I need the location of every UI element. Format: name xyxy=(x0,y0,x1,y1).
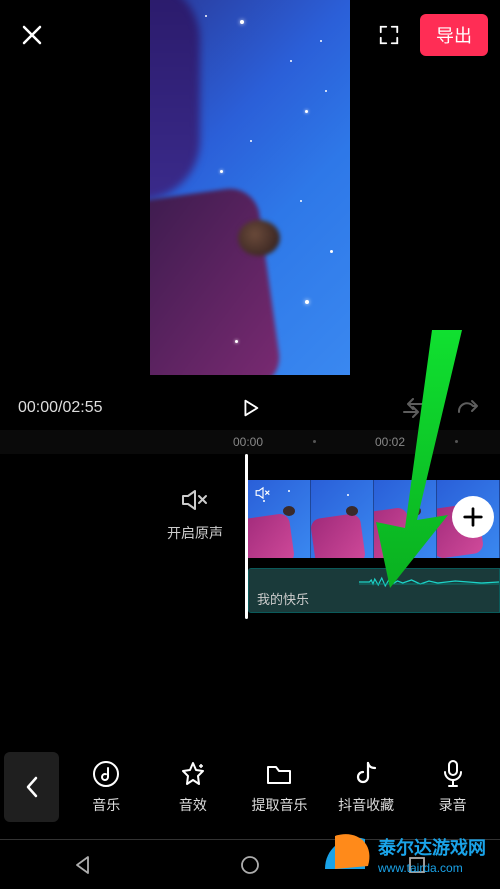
clip-thumbnail[interactable] xyxy=(311,480,374,558)
close-button[interactable] xyxy=(12,15,52,55)
playhead[interactable] xyxy=(245,454,248,619)
clip-muted-icon xyxy=(254,484,272,502)
nav-recent-button[interactable] xyxy=(397,845,437,885)
tool-label: 抖音收藏 xyxy=(338,795,394,815)
circle-home-icon xyxy=(239,854,261,876)
ruler-dot xyxy=(455,440,458,443)
microphone-icon xyxy=(441,759,465,789)
speaker-muted-icon xyxy=(181,488,209,512)
timeline-ruler[interactable]: 00:00 00:02 xyxy=(0,430,500,454)
audio-track-title: 我的快乐 xyxy=(257,589,309,608)
ruler-tick-label: 00:00 xyxy=(233,435,263,449)
tool-label: 提取音乐 xyxy=(251,795,307,815)
tool-sound-effect[interactable]: 音效 xyxy=(153,759,233,815)
fullscreen-button[interactable] xyxy=(372,18,406,52)
close-icon xyxy=(20,23,44,47)
clip-thumbnail[interactable] xyxy=(374,480,437,558)
tool-label: 录音 xyxy=(439,795,467,815)
audio-waveform xyxy=(359,575,499,589)
play-icon xyxy=(239,397,261,419)
tool-douyin-favorites[interactable]: 抖音收藏 xyxy=(326,759,406,815)
toolbar-back-button[interactable] xyxy=(4,752,59,822)
clip-thumbnail[interactable] xyxy=(248,480,311,558)
douyin-icon xyxy=(353,760,379,788)
undo-icon xyxy=(400,398,426,418)
tool-music[interactable]: 音乐 xyxy=(66,759,146,815)
undo-button[interactable] xyxy=(398,393,428,423)
nav-home-button[interactable] xyxy=(230,845,270,885)
tool-label: 音乐 xyxy=(92,795,120,815)
music-note-icon xyxy=(92,760,120,788)
plus-icon xyxy=(462,506,484,528)
square-recent-icon xyxy=(407,855,427,875)
audio-track[interactable]: 我的快乐 xyxy=(248,568,500,613)
triangle-back-icon xyxy=(72,854,94,876)
folder-icon xyxy=(265,761,293,787)
timecode-display: 00:00/02:55 xyxy=(18,399,103,417)
preview-decoration xyxy=(238,220,280,256)
add-clip-button[interactable] xyxy=(452,496,494,538)
chevron-left-icon xyxy=(24,775,40,799)
preview-decoration xyxy=(150,185,283,375)
export-button[interactable]: 导出 xyxy=(420,14,488,56)
fullscreen-icon xyxy=(378,24,400,46)
tool-extract-music[interactable]: 提取音乐 xyxy=(239,759,319,815)
original-sound-label: 开启原声 xyxy=(167,523,223,543)
tool-label: 音效 xyxy=(179,795,207,815)
redo-button[interactable] xyxy=(452,393,482,423)
nav-back-button[interactable] xyxy=(63,845,103,885)
original-sound-toggle[interactable]: 开启原声 xyxy=(155,485,235,543)
system-navbar xyxy=(0,839,500,889)
redo-icon xyxy=(455,398,479,418)
tool-record[interactable]: 录音 xyxy=(413,759,493,815)
ruler-tick-label: 00:02 xyxy=(375,435,405,449)
star-sparkle-icon xyxy=(179,760,207,788)
ruler-dot xyxy=(313,440,316,443)
play-button[interactable] xyxy=(235,393,265,423)
audio-toolbar: 音乐 音效 提取音乐 抖音收藏 录音 xyxy=(0,739,500,834)
